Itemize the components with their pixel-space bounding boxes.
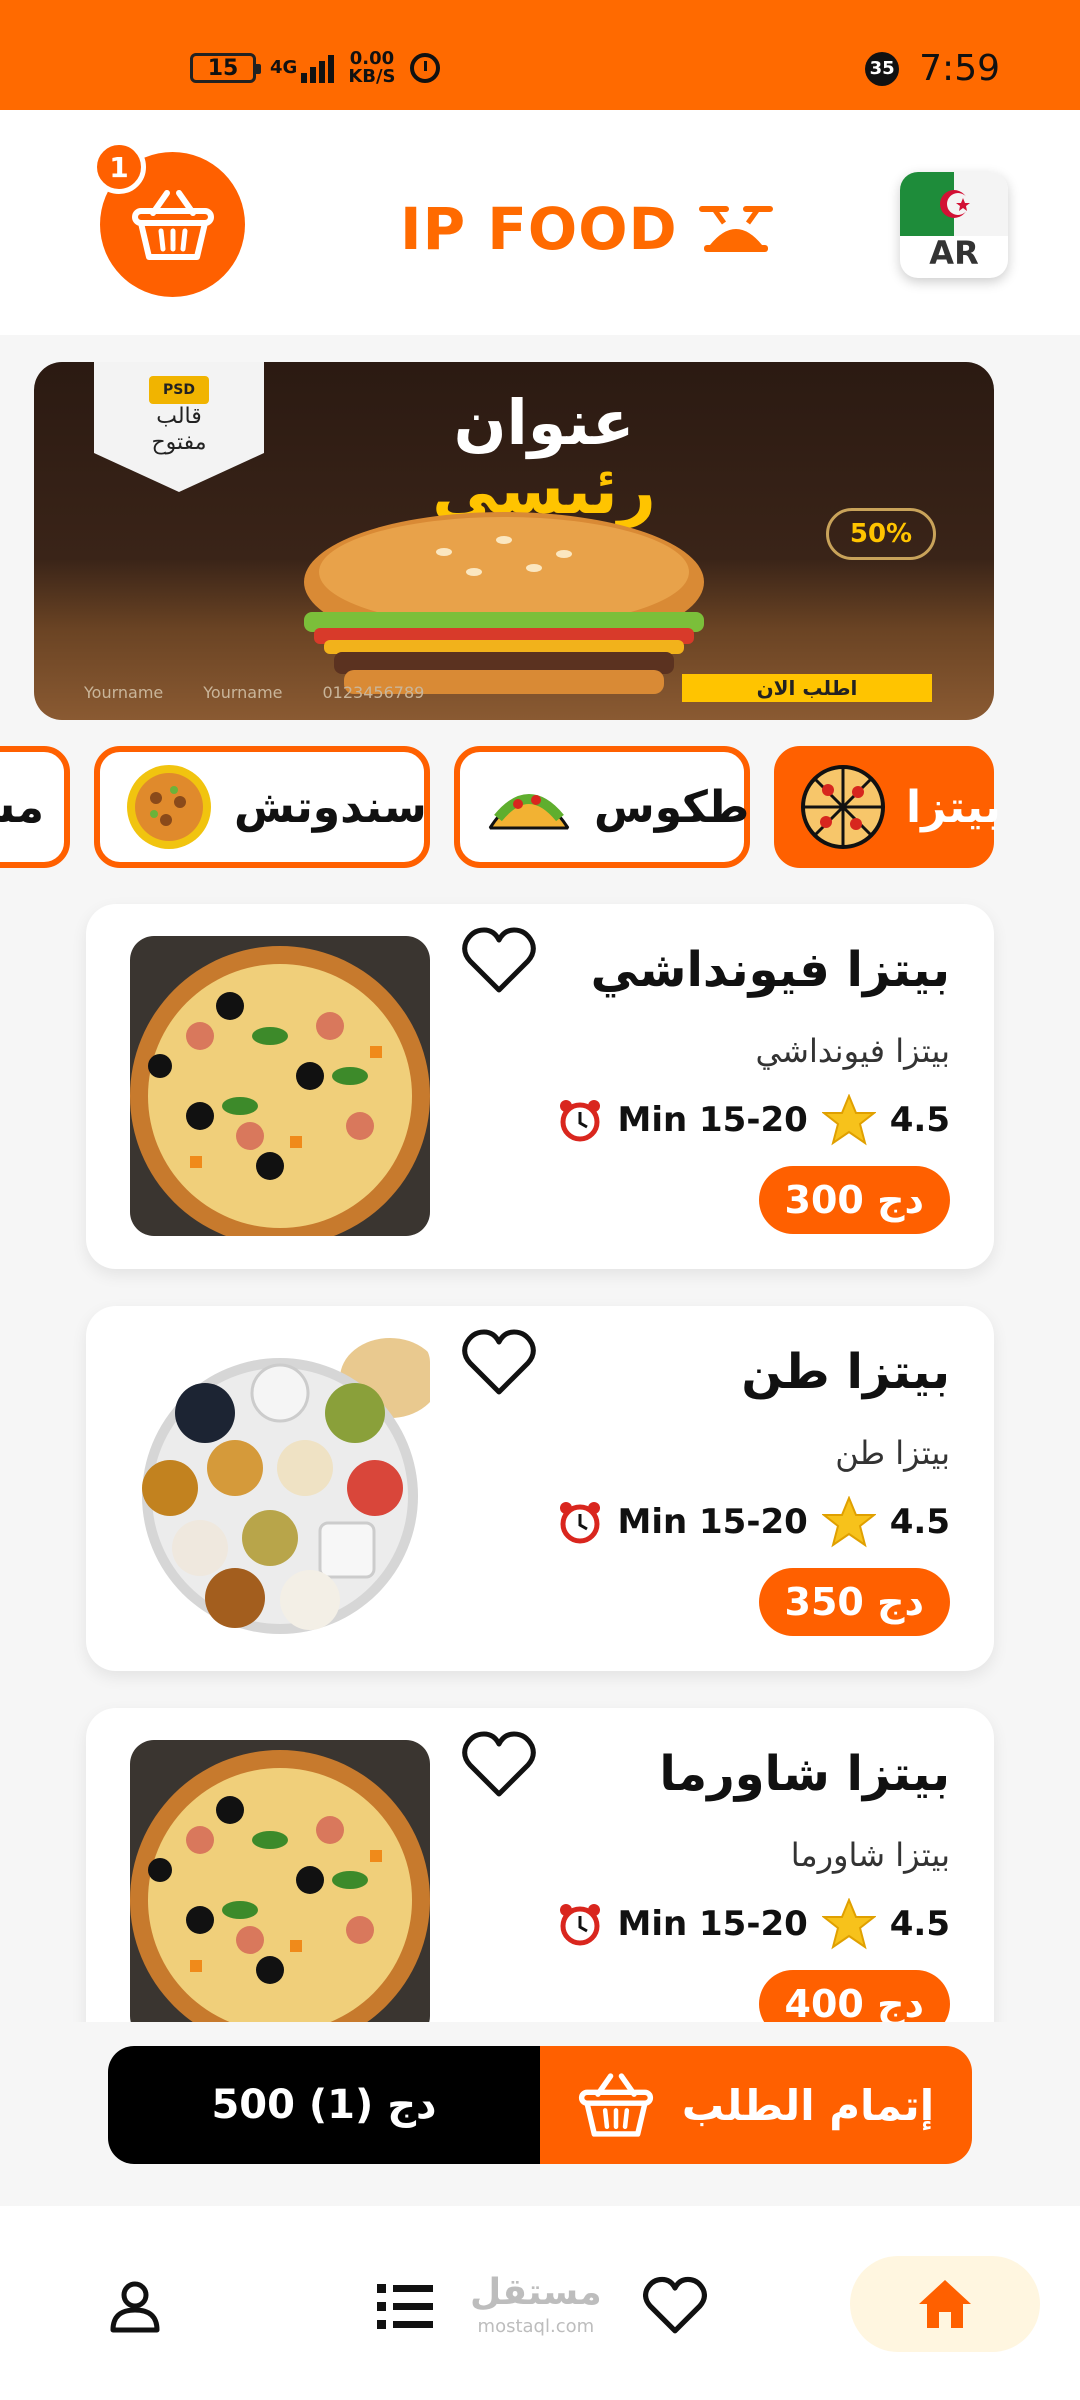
product-subtitle: بيتزا فيونداشي [755, 1032, 951, 1070]
signal-icon [301, 53, 335, 83]
heart-icon [643, 2276, 707, 2334]
category-tacos[interactable]: طكوس [454, 746, 750, 868]
star-icon [821, 1898, 876, 1950]
watermark-url: mostaql.com [477, 2316, 595, 2337]
logo-text: IP FOOD [400, 195, 678, 263]
pizza-image [130, 936, 430, 1236]
battery-level: 15 [207, 55, 239, 81]
burger-image [304, 512, 704, 694]
bottom-navigation: مستقل mostaql.com [0, 2206, 1080, 2400]
list-icon [377, 2284, 433, 2329]
prep-time: Min 15-20 [617, 1502, 808, 1542]
price-badge[interactable]: 350 دج [758, 1568, 950, 1636]
taco-icon [487, 794, 571, 830]
prep-time: Min 15-20 [617, 1904, 808, 1944]
alarm-clock-icon [560, 1904, 601, 1946]
banner-footer-phone: 0123456789 [322, 683, 425, 702]
prep-time: Min 15-20 [617, 1100, 808, 1140]
banner-footer-social-1: Yourname [84, 683, 164, 702]
sandwich-icon [127, 765, 211, 849]
product-rating: 4.5 [889, 1502, 950, 1542]
star-icon [821, 1496, 876, 1548]
category-label: طكوس [594, 781, 750, 833]
algeria-flag-icon [900, 172, 1008, 236]
product-meta: Min 15-20 4.5 [557, 1094, 950, 1146]
alarm-clock-icon [560, 1502, 601, 1544]
tag-line-1: قالب [156, 404, 202, 429]
product-meta: Min 15-20 4.5 [557, 1898, 950, 1950]
category-label: مش [0, 781, 44, 833]
favorite-heart-icon[interactable] [462, 1730, 536, 1800]
product-title: بيتزا فيونداشي [590, 942, 950, 998]
banner-footer-social-2: Yourname [203, 683, 283, 702]
banner-footer: Yourname Yourname 0123456789 [84, 683, 424, 702]
favorite-heart-icon[interactable] [462, 1328, 536, 1398]
checkout-bar: 500 دج (1) إتمام الطلب [108, 2046, 972, 2164]
order-now-button[interactable]: اطلب الان [682, 674, 932, 702]
product-subtitle: بيتزا طن [835, 1434, 950, 1472]
price-badge[interactable]: 400 دج [758, 1970, 950, 2022]
watermark-text: مستقل [470, 2272, 602, 2313]
product-card[interactable]: بيتزا فيونداشي بيتزا فيونداشي Min 15-20 … [86, 904, 994, 1269]
nav-favorites[interactable] [620, 2256, 730, 2356]
cart-button[interactable]: 1 [92, 140, 245, 297]
pizza-icon [801, 765, 885, 849]
checkout-label: إتمام الطلب [681, 2080, 935, 2130]
alarm-clock-icon [560, 1100, 601, 1142]
basket-icon [131, 189, 214, 260]
watermark: مستقل mostaql.com [470, 2275, 602, 2344]
nav-orders[interactable] [350, 2256, 460, 2356]
clock: 7:59 [919, 48, 1000, 89]
drone-delivery-icon [698, 206, 773, 252]
language-code: AR [929, 234, 979, 272]
user-icon [110, 2281, 160, 2333]
favorite-heart-icon[interactable] [462, 926, 536, 996]
platter-image [130, 1338, 430, 1638]
home-icon [919, 2280, 971, 2328]
category-sandwich[interactable]: سندوتش [94, 746, 430, 868]
network-indicator: 4G [270, 53, 335, 83]
pizza-image [130, 1740, 430, 2022]
language-switcher[interactable]: AR [900, 172, 1008, 278]
template-tag: PSD قالب مفتوح [94, 362, 264, 492]
product-list: بيتزا فيونداشي بيتزا فيونداشي Min 15-20 … [0, 880, 1080, 2022]
price-badge[interactable]: 300 دج [758, 1166, 950, 1234]
notification-badge: 35 [865, 51, 900, 86]
psd-file-icon: PSD [149, 376, 209, 404]
tag-line-2: مفتوح [151, 430, 207, 455]
product-meta: Min 15-20 4.5 [557, 1496, 950, 1548]
network-speed: 0.00 KB/S [348, 50, 395, 86]
product-subtitle: بيتزا شاورما [790, 1836, 950, 1874]
category-label: سندوتش [234, 781, 427, 833]
cart-count-badge: 1 [92, 140, 146, 194]
app-header: 1 IP FOOD AR [0, 110, 1080, 335]
product-card[interactable]: بيتزا طن بيتزا طن Min 15-20 4.5 350 دج [86, 1306, 994, 1671]
banner-title: عنوان [453, 386, 635, 459]
nav-home[interactable] [850, 2256, 1040, 2352]
category-list: بيتزا طكوس سندوتش مش [0, 742, 1080, 872]
discount-badge: 50% [826, 508, 936, 560]
checkout-button[interactable]: إتمام الطلب [540, 2046, 972, 2164]
product-title: بيتزا شاورما [659, 1746, 950, 1802]
status-bar: 15 4G 0.00 KB/S 35 7:59 [0, 0, 1080, 110]
category-more[interactable]: مش [0, 746, 70, 868]
status-left: 15 4G 0.00 KB/S [190, 50, 440, 86]
network-type: 4G [270, 57, 298, 78]
app-logo: IP FOOD [400, 195, 776, 263]
category-pizza[interactable]: بيتزا [774, 746, 1001, 868]
product-rating: 4.5 [889, 1904, 950, 1944]
product-title: بيتزا طن [741, 1344, 950, 1400]
status-right: 35 7:59 [865, 48, 1000, 89]
basket-icon [578, 2073, 654, 2137]
alarm-status-icon [409, 53, 440, 83]
cart-total: 500 دج (1) [108, 2046, 540, 2164]
promo-banner[interactable]: PSD قالب مفتوح عنوان رئيسي 50% اطلب الان… [34, 362, 994, 720]
product-rating: 4.5 [889, 1100, 950, 1140]
product-card[interactable]: بيتزا شاورما بيتزا شاورما Min 15-20 4.5 … [86, 1708, 994, 2022]
speed-unit: KB/S [348, 66, 396, 87]
star-icon [821, 1094, 876, 1146]
battery-icon: 15 [190, 53, 261, 83]
nav-profile[interactable] [80, 2256, 190, 2356]
category-label: بيتزا [906, 781, 1001, 833]
